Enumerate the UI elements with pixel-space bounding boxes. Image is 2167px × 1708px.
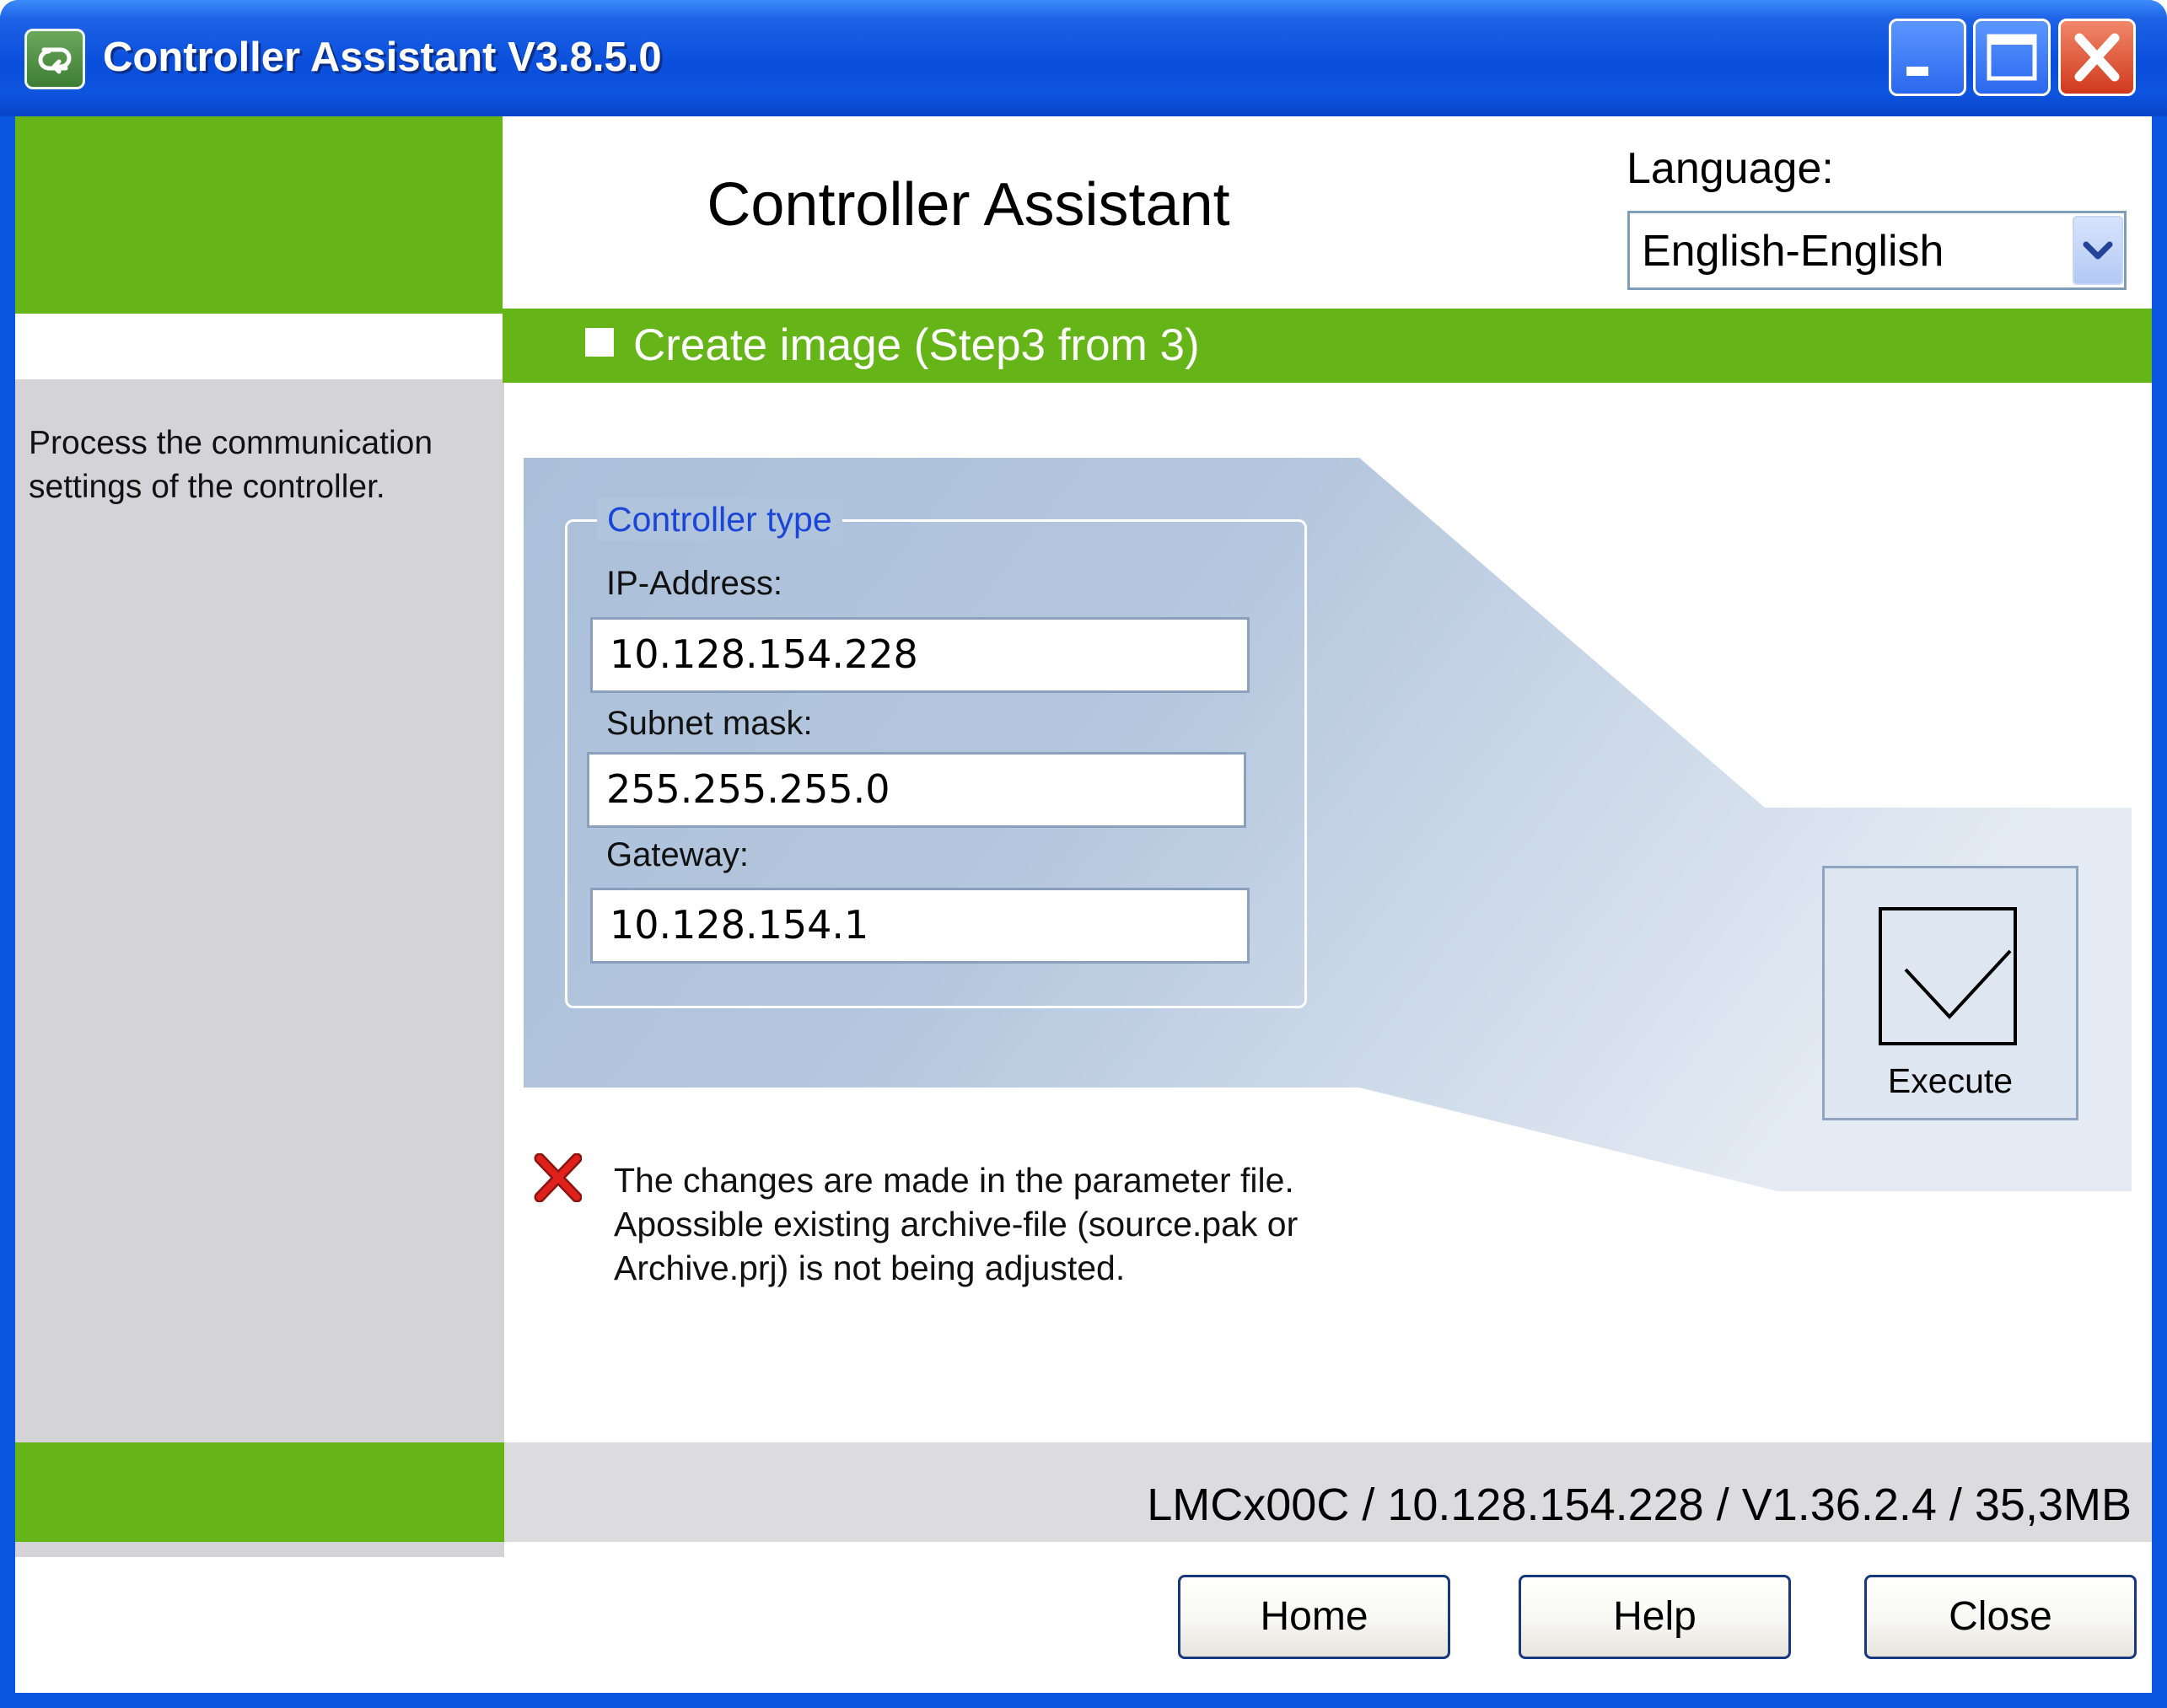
close-icon (2074, 33, 2120, 82)
checkmark-icon (1879, 907, 2017, 1045)
ip-address-label: IP-Address: (606, 565, 782, 602)
minimize-icon (1906, 67, 1928, 76)
left-info-panel (15, 379, 504, 1557)
help-button[interactable]: Help (1519, 1575, 1791, 1659)
language-select-value[interactable]: English-English (1642, 219, 1944, 283)
note-line: Apossible existing archive-file (source.… (614, 1205, 1299, 1243)
home-button[interactable]: Home (1178, 1575, 1450, 1659)
maximize-button[interactable] (1973, 19, 2051, 96)
step-title: Create image (Step3 from 3) (633, 320, 1200, 370)
gateway-label: Gateway: (606, 836, 749, 873)
client-area: Process the communication settings of th… (15, 116, 2152, 1693)
left-green-footer (15, 1442, 504, 1542)
step-description: Process the communication settings of th… (29, 425, 433, 505)
note-line: The changes are made in the parameter fi… (614, 1161, 1294, 1200)
step-square-icon (585, 328, 614, 357)
close-button[interactable]: Close (1864, 1575, 2137, 1659)
minimize-button[interactable] (1889, 19, 1966, 96)
controller-type-legend: Controller type (597, 497, 842, 541)
warning-note: The changes are made in the parameter fi… (614, 1158, 1541, 1290)
left-spacer (15, 314, 503, 379)
note-line: Archive.prj) is not being adjusted. (614, 1249, 1126, 1287)
ip-address-input[interactable]: 10.128.154.228 (590, 617, 1250, 693)
gateway-input[interactable]: 10.128.154.1 (590, 888, 1250, 964)
page-title: Controller Assistant (707, 171, 1230, 239)
execute-label: Execute (1887, 1061, 2014, 1100)
window-close-button[interactable] (2058, 19, 2136, 96)
title-bar[interactable]: Controller Assistant V3.8.5.0 (0, 0, 2167, 116)
app-icon (24, 29, 85, 89)
subnet-mask-input[interactable]: 255.255.255.0 (587, 752, 1246, 828)
language-dropdown-button[interactable] (2073, 216, 2123, 285)
left-green-banner (15, 116, 503, 314)
language-label: Language: (1627, 144, 1834, 193)
app-window: Controller Assistant V3.8.5.0 Process th… (0, 0, 2167, 1708)
subnet-mask-label: Subnet mask: (606, 705, 813, 742)
status-text: LMCx00C / 10.128.154.228 / V1.36.2.4 / 3… (1147, 1480, 2132, 1530)
window-title: Controller Assistant V3.8.5.0 (103, 35, 662, 80)
red-x-icon (534, 1153, 582, 1202)
chevron-down-icon (2083, 241, 2113, 260)
maximize-icon (1987, 34, 2037, 81)
